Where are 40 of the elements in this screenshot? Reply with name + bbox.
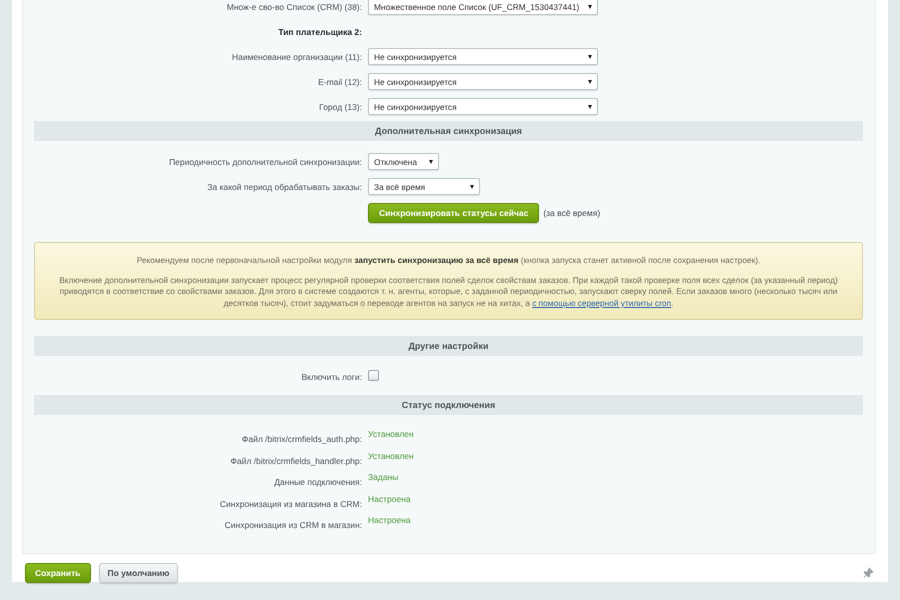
caret-icon <box>588 104 592 108</box>
default-button[interactable]: По умолчанию <box>98 562 178 583</box>
status-label: Синхронизация из магазина в CRM: <box>218 498 362 509</box>
select-field[interactable]: Отключена <box>368 153 439 170</box>
select-field[interactable]: Не синхронизируется <box>368 98 598 115</box>
notice-text: Включение дополнительной синхронизации запускает процесс регулярной проверки соответствия полей сделок свойствам заказов. При каждой такой проверке поля всех сделок (за указанный период) приводятся в соответствие со свойствами заказов. Для этого в системе создаются т. н. агенты, которые, с заданной периодичностью, запускают сверку полей. Если заказов много (несколько тысяч или десятков тысяч), стоит задуматься о переводе агентов на запуск не на хитах, а с помощью серверной утилиты cron. <box>58 274 839 310</box>
select-field[interactable]: Не синхронизируется <box>368 73 598 90</box>
field-label: Включить логи: <box>300 372 362 382</box>
subheading: Тип плательщика 2: <box>277 26 362 36</box>
section-header: Статус подключения <box>34 395 863 416</box>
status-label: Файл /bitrix/crmfields_handler.php: <box>230 454 362 466</box>
status-label: Данные подключения: <box>273 476 362 488</box>
checkbox[interactable] <box>368 370 379 382</box>
caret-icon <box>470 184 474 188</box>
caret-icon <box>588 4 592 8</box>
status-value: Заданы <box>368 472 400 482</box>
field-label: Периодичность дополнительной синхронизации: <box>168 156 362 166</box>
caret-icon <box>588 80 592 84</box>
status-label: Синхронизация из CRM в магазин: <box>224 519 362 530</box>
status-value: Настроена <box>368 515 412 526</box>
section-header: Другие настройки <box>34 336 863 356</box>
notice-text: Рекомендуем после первоначальной настройки модуля запустить синхронизацию за всё время (кнопка запуска станет активной после сохранения настроек). <box>136 255 762 267</box>
field-label: Множ-е сво-во Список (CRM) (38): <box>226 2 362 12</box>
field-label: E-mail (12): <box>317 76 362 86</box>
field-label: За какой период обрабатывать заказы: <box>206 182 362 192</box>
section-header: Дополнительная синхронизация <box>34 121 863 141</box>
button-note: (за всё время) <box>543 208 600 218</box>
select-field[interactable]: Не синхронизируется <box>368 48 598 65</box>
cron-link[interactable]: с помощью серверной утилиты cron <box>532 298 672 308</box>
field-label: Город (13): <box>318 102 362 112</box>
pin-icon[interactable] <box>863 567 874 578</box>
status-value: Установлен <box>368 429 415 440</box>
select-field[interactable]: За всё время <box>368 178 480 195</box>
status-label: Файл /bitrix/crmfields_auth.php: <box>240 433 362 444</box>
caret-icon <box>588 54 592 58</box>
status-value: Установлен <box>368 450 415 461</box>
caret-icon <box>429 160 433 164</box>
field-label: Наименование организации (11): <box>230 52 362 62</box>
status-value: Настроена <box>368 494 412 504</box>
select-field[interactable]: Множественное поле Список (UF_CRM_1530437441) <box>368 0 598 15</box>
